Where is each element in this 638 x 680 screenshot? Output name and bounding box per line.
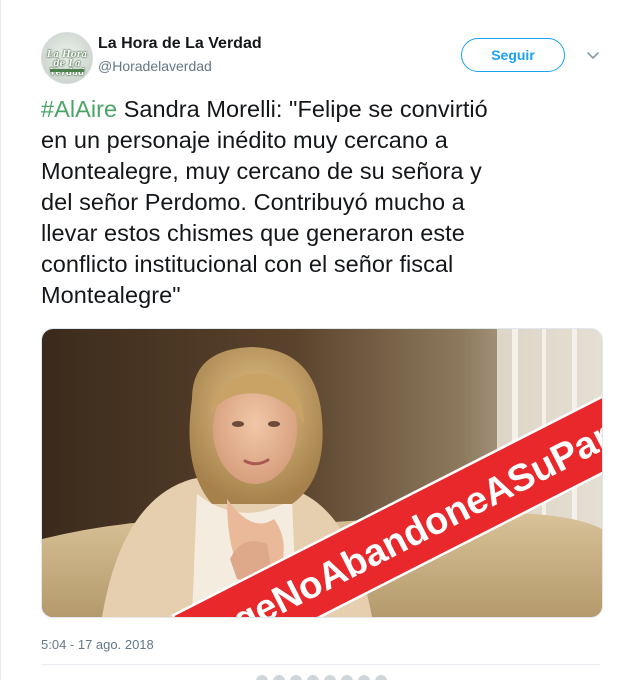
- tweet-timestamp[interactable]: 5:04 - 17 ago. 2018: [41, 637, 154, 652]
- account-name[interactable]: La Hora de La Verdad: [98, 35, 262, 53]
- chevron-down-icon[interactable]: [584, 46, 602, 64]
- retweet-avatars: [256, 674, 456, 680]
- avatar[interactable]: [341, 675, 353, 680]
- avatar[interactable]: [375, 675, 387, 680]
- avatar[interactable]: [290, 675, 302, 680]
- tweet-text-line: en un personaje inédito muy cercano a: [41, 127, 448, 153]
- divider: [41, 664, 600, 665]
- avatar[interactable]: [324, 675, 336, 680]
- avatar-logo-bar: [50, 69, 84, 72]
- avatar-logo-text: La Hora de La Verdad: [46, 50, 88, 78]
- tweet-text: #AlAire Sandra Morelli: "Felipe se convi…: [41, 94, 611, 311]
- avatar[interactable]: [358, 675, 370, 680]
- tweet-media[interactable]: #DuqeNoAbandoneASuPartido: [41, 328, 603, 618]
- banner-overlay: #DuqeNoAbandoneASuPartido: [162, 377, 602, 617]
- tweet-text-line: del señor Perdomo. Contribuyó mucho a: [41, 189, 465, 215]
- protest-banner: [171, 377, 602, 617]
- tweet-text-line: llevar estos chismes que generaron este: [41, 220, 465, 246]
- tweet-text-line: Montealegre, muy cercano de su señora y: [41, 158, 482, 184]
- account-handle[interactable]: @Horadelaverdad: [98, 58, 212, 74]
- hashtag-link[interactable]: #AlAire: [41, 96, 117, 122]
- avatar[interactable]: [307, 675, 319, 680]
- tweet-card: La Hora de La Verdad La Hora de La Verda…: [0, 0, 638, 680]
- tweet-text-segment: Sandra Morelli: "Felipe se convirtió: [117, 96, 488, 122]
- avatar[interactable]: [256, 675, 268, 680]
- follow-button[interactable]: Seguir: [461, 38, 565, 72]
- tweet-text-line: conflicto institucional con el señor fis…: [41, 251, 454, 277]
- avatar[interactable]: [273, 675, 285, 680]
- tweet-text-line: Montealegre": [41, 282, 181, 308]
- tweet-header: La Hora de La Verdad La Hora de La Verda…: [41, 30, 618, 90]
- avatar[interactable]: La Hora de La Verdad: [41, 32, 93, 84]
- tweet-text-line: #AlAire Sandra Morelli: "Felipe se convi…: [41, 94, 611, 125]
